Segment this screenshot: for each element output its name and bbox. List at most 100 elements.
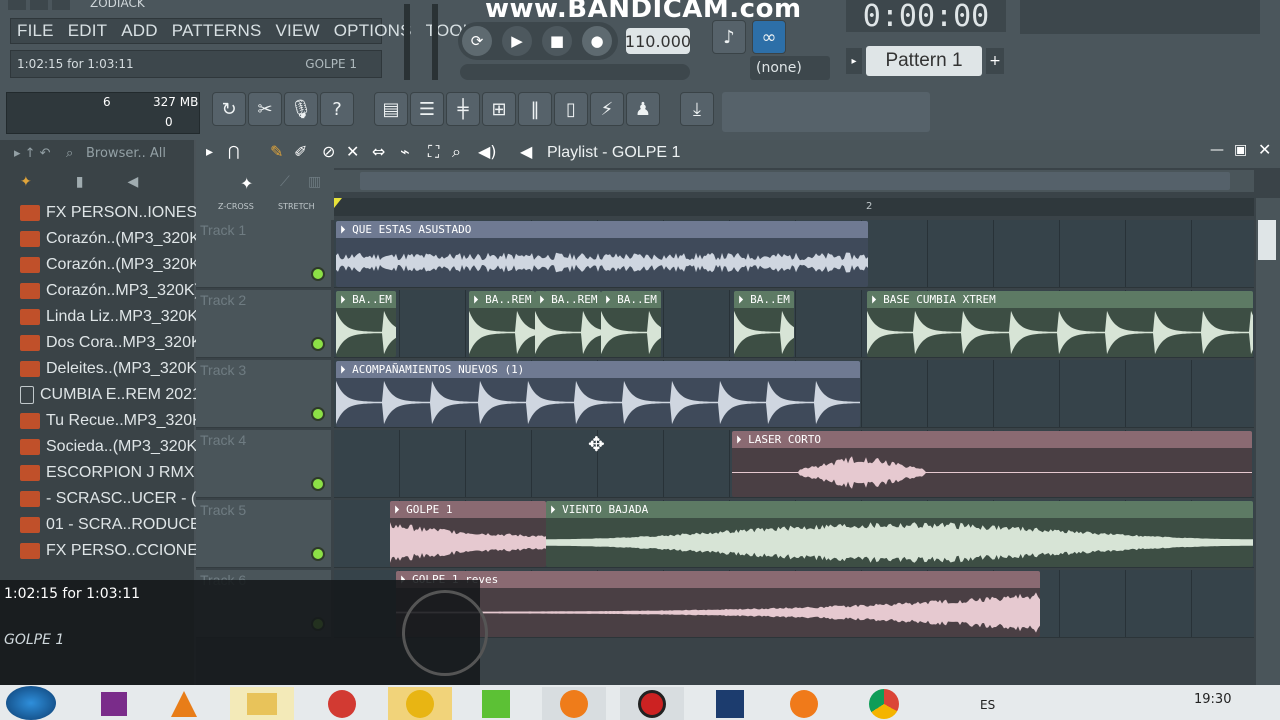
- step-seq-icon[interactable]: ⊞: [482, 92, 516, 126]
- select-icon[interactable]: ⛶: [428, 142, 439, 162]
- menu-add[interactable]: ADD: [121, 21, 158, 41]
- cut-icon[interactable]: ✂: [248, 92, 282, 126]
- track-header[interactable]: Track 1: [196, 220, 331, 288]
- pattern-add-icon[interactable]: +: [986, 48, 1004, 74]
- vertical-scroll[interactable]: [1256, 198, 1280, 685]
- flstudio-icon[interactable]: [542, 687, 606, 720]
- browser-item[interactable]: Deleites..(MP3_320K): [20, 356, 203, 382]
- audio-clip[interactable]: ⏵ BA..REM: [469, 291, 535, 357]
- browser-tab-speaker-icon[interactable]: ◀: [127, 174, 138, 192]
- slice-icon[interactable]: ⌁: [400, 142, 410, 161]
- clip-label[interactable]: ⏵ BA..REM: [535, 291, 601, 308]
- audio-clip[interactable]: ⏵ GOLPE 1 reves: [396, 571, 1040, 637]
- clip-label[interactable]: ⏵ GOLPE 1: [390, 501, 546, 518]
- red-app-icon[interactable]: [310, 687, 374, 720]
- recorder-icon[interactable]: [620, 687, 684, 720]
- start-button[interactable]: [6, 686, 56, 720]
- playlist-close-icon[interactable]: ✕: [1258, 140, 1271, 159]
- zcross-label[interactable]: Z-CROSS: [218, 202, 254, 211]
- browser-item[interactable]: Tu Recue..MP3_320K): [20, 408, 208, 434]
- vertical-scroll-thumb[interactable]: [1258, 220, 1276, 260]
- minimize-icon[interactable]: [8, 0, 26, 10]
- browser-tab-all-icon[interactable]: ✦: [20, 174, 32, 192]
- track-mute-led[interactable]: [311, 267, 325, 281]
- browser-item[interactable]: Corazón..MP3_320K): [20, 278, 200, 304]
- clip-label[interactable]: ⏵ ACOMPAÑAMIENTOS NUEVOS (1): [336, 361, 860, 378]
- explorer-icon[interactable]: [230, 687, 294, 720]
- channel-rack-icon[interactable]: ☰: [410, 92, 444, 126]
- track-header[interactable]: Track 5: [196, 500, 331, 568]
- browser-item[interactable]: Linda Liz..MP3_320K): [20, 304, 203, 330]
- pattern-prev-icon[interactable]: ▸: [846, 48, 862, 74]
- stop-button[interactable]: ■: [542, 26, 572, 56]
- delete-icon[interactable]: ⊘: [322, 142, 335, 161]
- audio-clip[interactable]: ⏵ BA..EM: [734, 291, 794, 357]
- pattern-name[interactable]: Pattern 1: [866, 46, 982, 76]
- menu-options[interactable]: OPTIONS: [334, 21, 412, 41]
- menu-patterns[interactable]: PATTERNS: [172, 21, 262, 41]
- link-tracks-icon[interactable]: ⟋: [280, 174, 290, 190]
- stretch-label[interactable]: STRETCH: [278, 202, 315, 211]
- snap-selector[interactable]: (none): [750, 56, 830, 80]
- track-mute-led[interactable]: [311, 337, 325, 351]
- position-slider[interactable]: [460, 64, 690, 80]
- record-button[interactable]: ●: [582, 26, 612, 56]
- track-mute-led[interactable]: [311, 547, 325, 561]
- master-pitch-slider[interactable]: [432, 4, 438, 80]
- browser-nav-icons[interactable]: ▸ ↑ ↶: [14, 146, 51, 161]
- undo-icon[interactable]: ↻: [212, 92, 246, 126]
- mixer-icon[interactable]: ‖: [518, 92, 552, 126]
- browser-item[interactable]: Socieda..(MP3_320K): [20, 434, 203, 460]
- piano-icon[interactable]: ▥: [308, 174, 321, 190]
- browser-item[interactable]: - SCRASC..UCER - (2): [20, 486, 210, 512]
- download-icon[interactable]: ⤓: [680, 92, 714, 126]
- playlist-minimize-icon[interactable]: —: [1210, 142, 1224, 158]
- audio-clip[interactable]: ⏵ BA..EM: [601, 291, 661, 357]
- project-icon[interactable]: ▯: [554, 92, 588, 126]
- language-indicator[interactable]: ES: [980, 698, 995, 712]
- slip-icon[interactable]: ⇔: [372, 142, 385, 161]
- pencil-icon[interactable]: ✎: [270, 142, 283, 161]
- browser-item[interactable]: Corazón..(MP3_320K): [20, 252, 205, 278]
- link-button[interactable]: ∞: [752, 20, 786, 54]
- mic-icon[interactable]: 🎙: [284, 92, 318, 126]
- browser-item[interactable]: Dos Cora..MP3_320K): [20, 330, 207, 356]
- track-mute-led[interactable]: [311, 477, 325, 491]
- audio-clip[interactable]: ⏵ LASER CORTO: [732, 431, 1252, 497]
- track-mute-led[interactable]: [311, 407, 325, 421]
- chrome-icon[interactable]: [852, 687, 916, 720]
- playback-icon[interactable]: ◀): [478, 142, 497, 161]
- audio-clip[interactable]: ⏵ BA..REM: [535, 291, 601, 357]
- time-display[interactable]: 0:00:00: [846, 0, 1006, 34]
- play-button[interactable]: ▶: [502, 26, 532, 56]
- mute-icon[interactable]: ✕: [346, 142, 359, 161]
- browser-tab-files-icon[interactable]: ▮: [76, 174, 84, 192]
- audio-clip[interactable]: ⏵ VIENTO BAJADA: [546, 501, 1253, 567]
- master-volume-slider[interactable]: [404, 4, 410, 80]
- metronome-button[interactable]: ♪: [712, 20, 746, 54]
- playlist-restore-icon[interactable]: ▣: [1234, 142, 1247, 158]
- clip-label[interactable]: ⏵ VIENTO BAJADA: [546, 501, 1253, 518]
- track-header[interactable]: Track 2: [196, 290, 331, 358]
- browser-item[interactable]: 01 - SCRA..RODUCER: [20, 512, 212, 538]
- winrar-icon[interactable]: [82, 687, 146, 720]
- browser-item[interactable]: FX PERSO..CCIONES 5: [20, 538, 222, 564]
- help-icon[interactable]: ?: [320, 92, 354, 126]
- zoom-icon[interactable]: ⌕: [452, 142, 461, 162]
- playlist-icon[interactable]: ▤: [374, 92, 408, 126]
- scroll-thumb[interactable]: [360, 172, 1230, 190]
- clip-label[interactable]: ⏵ QUE ESTAS ASUSTADO: [336, 221, 868, 238]
- photoshop-icon[interactable]: [698, 687, 762, 720]
- plugin-icon[interactable]: ⚡: [590, 92, 624, 126]
- menu-file[interactable]: FILE: [17, 21, 54, 41]
- browser-item[interactable]: FX PERSON..IONES 12: [20, 200, 219, 226]
- plugin-picker[interactable]: [722, 92, 930, 132]
- clip-label[interactable]: ⏵ GOLPE 1 reves: [396, 571, 1040, 588]
- taskbar-clock[interactable]: 19:30: [1194, 692, 1231, 707]
- clip-label[interactable]: ⏵ BA..REM: [469, 291, 535, 308]
- loop-mode-button[interactable]: ⟳: [462, 26, 492, 56]
- menu-edit[interactable]: EDIT: [68, 21, 108, 41]
- clip-label[interactable]: ⏵ BA..EM: [734, 291, 794, 308]
- browser-search-icon[interactable]: ⌕: [66, 146, 73, 161]
- piano-roll-icon[interactable]: ╪: [446, 92, 480, 126]
